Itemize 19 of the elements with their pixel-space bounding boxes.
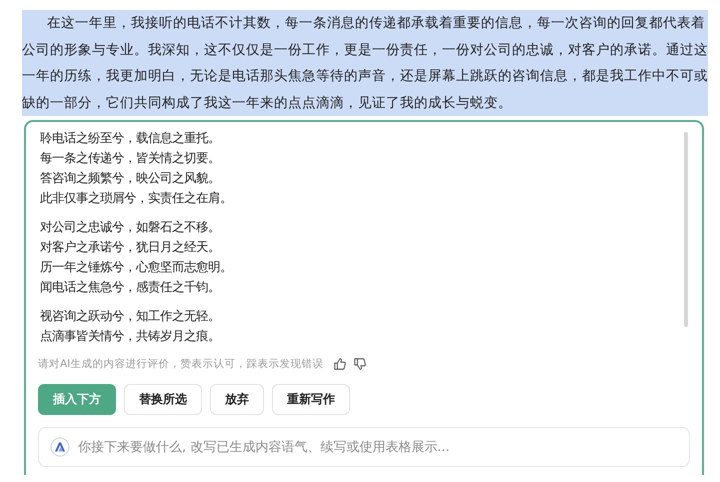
thumbs-down-icon[interactable] [353, 357, 368, 371]
poem-line: 闻电话之焦急兮，感责任之千钧。 [40, 278, 221, 296]
action-button[interactable]: 替换所选 [124, 384, 202, 415]
poem-line: 视咨询之跃动兮，知工作之无轻。 [40, 307, 221, 325]
feedback-hint: 请对AI生成的内容进行评价，赞表示认可，踩表示发现错误 [38, 357, 324, 371]
prompt-input[interactable]: 你接下来要做什么, 改写已生成内容语气、续写或使用表格展示... [38, 427, 690, 467]
selected-paragraph: 在这一年里，我接听的电话不计其数，每一条消息的传递都承载着重要的信息，每一次咨询的回复都代表着公司的形象与专业。我深知，这不仅仅是一份工作，更是一份责任，一份对公司的忠诚，对客户的承诺。通过这一年的历练，我更加明白，无论是电话那头焦急等待的声音，还是屏幕上跳跃的咨询信息，都是我工作中不可或缺的一部分，它们共同构成了我这一年来的点点滴滴，见证了我的成长与蜕变。 [22, 10, 708, 116]
poem-line: 历一年之锤炼兮，心愈坚而志愈明。 [40, 258, 232, 276]
scrollbar[interactable] [684, 132, 688, 327]
action-button[interactable]: 重新写作 [272, 384, 350, 415]
poem-line: 点滴事皆关情兮，共铸岁月之痕。 [40, 327, 221, 345]
poem-line: 答咨询之频繁兮，映公司之风貌。 [40, 169, 221, 187]
thumbs-up-icon[interactable] [333, 357, 348, 371]
poem-line: 聆电话之纷至兮，载信息之重托。 [40, 129, 221, 147]
poem-line: 对公司之忠诚兮，如磐石之不移。 [40, 218, 221, 236]
poem-line: 此非仅事之琐屑兮，实责任之在肩。 [40, 189, 232, 207]
action-button[interactable]: 放弃 [210, 384, 264, 415]
poem-line: 每一条之传递兮，皆关情之切要。 [40, 149, 221, 167]
poem-line: 对客户之承诺兮，犹日月之经天。 [40, 238, 221, 256]
